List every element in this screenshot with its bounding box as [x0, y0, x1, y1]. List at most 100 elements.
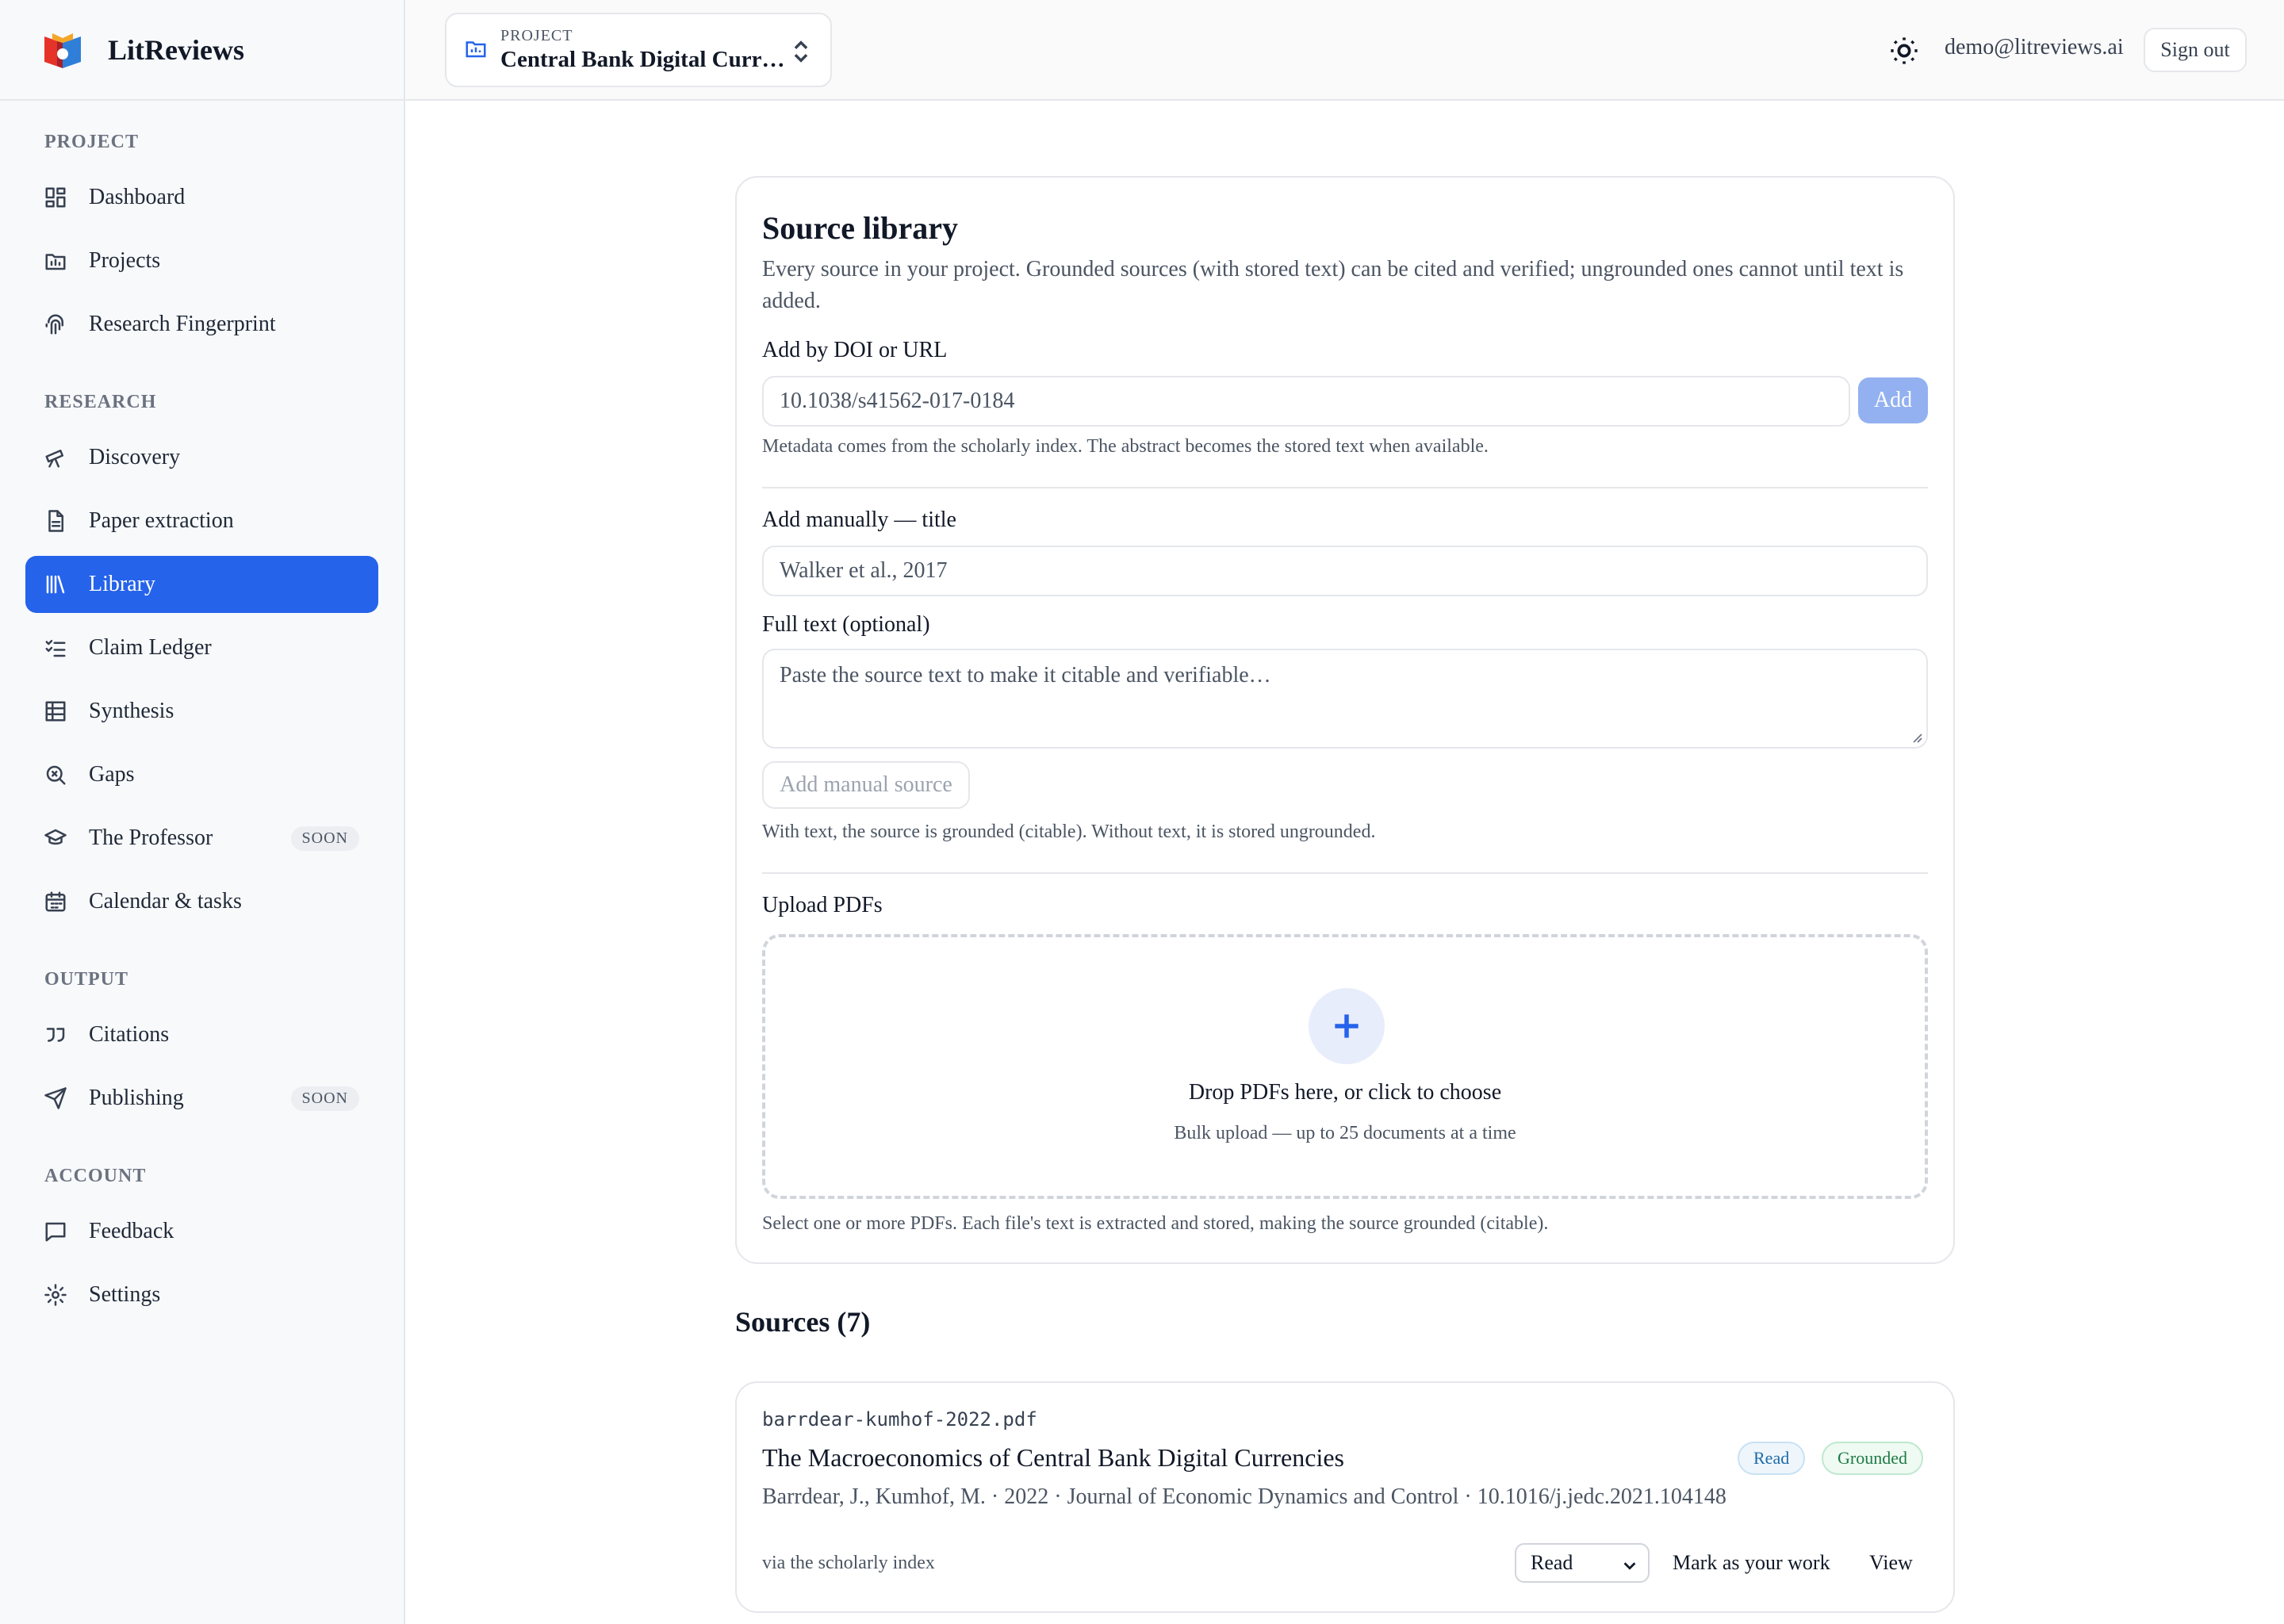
- top-header: PROJECT Central Bank Digital Curr… demo@…: [405, 0, 2284, 101]
- source-origin: via the scholarly index: [762, 1553, 935, 1573]
- checklist-icon: [43, 635, 68, 661]
- sidebar-item-label: Settings: [89, 1282, 161, 1307]
- sidebar-item-library[interactable]: Library: [25, 556, 378, 613]
- dashboard-icon: [43, 185, 68, 210]
- mark-as-your-work-button[interactable]: Mark as your work: [1673, 1551, 1830, 1575]
- pdf-dropzone[interactable]: Drop PDFs here, or click to choose Bulk …: [762, 934, 1928, 1199]
- read-status-value: Read: [1531, 1551, 1573, 1574]
- library-description: Every source in your project. Grounded s…: [762, 257, 1904, 313]
- project-label: PROJECT: [500, 27, 573, 44]
- sidebar-item-projects[interactable]: Projects: [25, 232, 378, 289]
- soon-badge: SOON: [290, 1086, 359, 1111]
- sidebar-item-discovery[interactable]: Discovery: [25, 429, 378, 486]
- view-button[interactable]: View: [1869, 1551, 1913, 1575]
- fulltext-placeholder: Paste the source text to make it citable…: [780, 663, 1271, 688]
- doi-hint: Metadata comes from the scholarly index.…: [762, 436, 1489, 457]
- sidebar-item-settings[interactable]: Settings: [25, 1266, 378, 1323]
- sidebar-item-label: Claim Ledger: [89, 635, 212, 660]
- fingerprint-icon: [43, 312, 68, 337]
- brand[interactable]: LitReviews: [0, 0, 404, 101]
- search-x-icon: [43, 762, 68, 787]
- sidebar-item-publishing[interactable]: Publishing SOON: [25, 1070, 378, 1127]
- sources-heading: Sources (7): [735, 1306, 871, 1338]
- sidebar-item-dashboard[interactable]: Dashboard: [25, 169, 378, 226]
- sidebar-item-citations[interactable]: Citations: [25, 1006, 378, 1063]
- sidebar: LitReviews PROJECT Dashboard Projects Re…: [0, 0, 405, 1624]
- manual-title-input[interactable]: Walker et al., 2017: [762, 546, 1928, 596]
- sidebar-item-label: Citations: [89, 1022, 170, 1047]
- sidebar-item-feedback[interactable]: Feedback: [25, 1203, 378, 1260]
- library-icon: [43, 572, 68, 597]
- section-research: RESEARCH: [44, 391, 157, 412]
- sidebar-item-research-fingerprint[interactable]: Research Fingerprint: [25, 296, 378, 353]
- add-manual-source-button[interactable]: Add manual source: [762, 761, 970, 809]
- plus-icon: [1309, 988, 1385, 1064]
- source-meta: Barrdear, J., Kumhof, M. · 2022 · Journa…: [762, 1484, 1726, 1509]
- sign-out-button[interactable]: Sign out: [2144, 28, 2247, 72]
- calendar-icon: [43, 889, 68, 914]
- add-doi-button[interactable]: Add: [1858, 377, 1928, 423]
- divider: [762, 487, 1928, 488]
- sidebar-nav: PROJECT Dashboard Projects Research Fing…: [0, 101, 404, 1323]
- sidebar-item-label: Synthesis: [89, 699, 174, 723]
- sidebar-item-label: Publishing: [89, 1086, 184, 1110]
- sidebar-item-paper-extraction[interactable]: Paper extraction: [25, 492, 378, 550]
- source-filename: barrdear-kumhof-2022.pdf: [762, 1408, 1037, 1431]
- fulltext-textarea[interactable]: Paste the source text to make it citable…: [762, 649, 1928, 749]
- sidebar-item-label: Research Fingerprint: [89, 312, 276, 336]
- sidebar-item-synthesis[interactable]: Synthesis: [25, 683, 378, 740]
- upload-label: Upload PDFs: [762, 893, 883, 917]
- doi-input[interactable]: 10.1038/s41562-017-0184: [762, 376, 1850, 427]
- sidebar-item-label: Calendar & tasks: [89, 889, 242, 914]
- section-account: ACCOUNT: [44, 1165, 147, 1186]
- table-icon: [43, 699, 68, 724]
- resize-grip-icon[interactable]: [1910, 731, 1923, 744]
- chevron-down-icon: [1621, 1556, 1638, 1580]
- sidebar-item-label: Discovery: [89, 445, 181, 469]
- source-card: barrdear-kumhof-2022.pdf The Macroeconom…: [735, 1381, 1955, 1613]
- sidebar-item-label: Paper extraction: [89, 508, 234, 533]
- brand-name: LitReviews: [108, 33, 244, 66]
- read-status-select[interactable]: Read: [1515, 1543, 1650, 1583]
- soon-badge: SOON: [290, 825, 359, 851]
- project-switcher[interactable]: PROJECT Central Bank Digital Curr…: [445, 13, 832, 87]
- send-icon: [43, 1086, 68, 1111]
- manual-hint: With text, the source is grounded (citab…: [762, 822, 1376, 842]
- sidebar-item-calendar-tasks[interactable]: Calendar & tasks: [25, 873, 378, 930]
- graduation-cap-icon: [43, 825, 68, 851]
- sidebar-item-claim-ledger[interactable]: Claim Ledger: [25, 619, 378, 676]
- litreviews-logo-icon: [44, 33, 81, 68]
- page-title: Source library: [762, 210, 959, 246]
- source-library-card: Source library Every source in your proj…: [735, 176, 1955, 1264]
- message-icon: [43, 1219, 68, 1244]
- folder-icon: [464, 36, 488, 64]
- quote-icon: [43, 1022, 68, 1048]
- fulltext-label: Full text (optional): [762, 612, 930, 637]
- divider: [762, 872, 1928, 874]
- dropzone-subtitle: Bulk upload — up to 25 documents at a ti…: [1174, 1123, 1516, 1143]
- sidebar-item-the-professor[interactable]: The Professor SOON: [25, 810, 378, 867]
- sidebar-item-label: Gaps: [89, 762, 135, 787]
- gear-icon: [43, 1282, 68, 1308]
- read-badge: Read: [1738, 1442, 1806, 1475]
- sidebar-item-label: Library: [89, 572, 155, 596]
- sidebar-item-gaps[interactable]: Gaps: [25, 746, 378, 803]
- project-name: Central Bank Digital Curr…: [500, 47, 785, 72]
- telescope-icon: [43, 445, 68, 470]
- dropzone-title: Drop PDFs here, or click to choose: [1188, 1080, 1502, 1105]
- sidebar-item-label: The Professor: [89, 825, 213, 850]
- sun-icon[interactable]: [1888, 35, 1920, 71]
- user-email: demo@litreviews.ai: [1945, 35, 2124, 59]
- doi-label: Add by DOI or URL: [762, 338, 948, 362]
- grounded-badge: Grounded: [1822, 1442, 1923, 1475]
- sidebar-item-label: Projects: [89, 248, 161, 273]
- section-project: PROJECT: [44, 131, 140, 152]
- chevron-updown-icon: [791, 38, 811, 69]
- document-icon: [43, 508, 68, 534]
- upload-hint: Select one or more PDFs. Each file's tex…: [762, 1213, 1549, 1234]
- sidebar-item-label: Feedback: [89, 1219, 174, 1243]
- source-title[interactable]: The Macroeconomics of Central Bank Digit…: [762, 1443, 1344, 1473]
- section-output: OUTPUT: [44, 968, 129, 990]
- manual-title-label: Add manually — title: [762, 508, 956, 532]
- folder-icon: [43, 248, 68, 274]
